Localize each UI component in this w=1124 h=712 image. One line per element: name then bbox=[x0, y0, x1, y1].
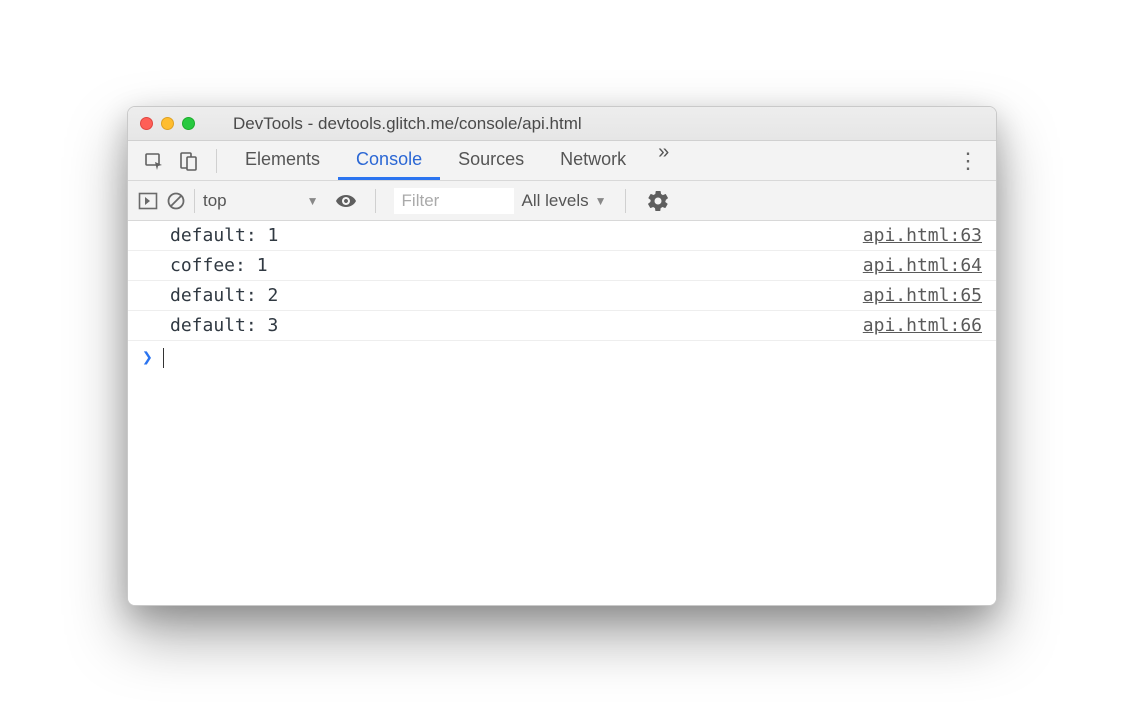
console-message: default: 1 bbox=[170, 225, 278, 246]
divider bbox=[375, 189, 376, 213]
dropdown-triangle-icon: ▼ bbox=[307, 194, 319, 208]
panel-tabs: Elements Console Sources Network » bbox=[227, 141, 683, 180]
close-window-button[interactable] bbox=[140, 117, 153, 130]
dropdown-triangle-icon: ▼ bbox=[595, 194, 607, 208]
divider bbox=[625, 189, 626, 213]
console-toolbar: top ▼ All levels ▼ bbox=[128, 181, 996, 221]
device-toolbar-icon[interactable] bbox=[178, 151, 198, 171]
console-prompt[interactable]: ❯ bbox=[128, 341, 996, 374]
window-controls bbox=[140, 117, 195, 130]
console-settings-icon[interactable] bbox=[648, 191, 668, 211]
main-tabstrip: Elements Console Sources Network » ⋮ bbox=[128, 141, 996, 181]
prompt-caret-icon: ❯ bbox=[142, 347, 153, 368]
context-label: top bbox=[203, 191, 227, 211]
console-row: default: 3 api.html:66 bbox=[128, 311, 996, 341]
log-levels-selector[interactable]: All levels ▼ bbox=[522, 191, 607, 211]
console-row: default: 1 api.html:63 bbox=[128, 221, 996, 251]
console-row: default: 2 api.html:65 bbox=[128, 281, 996, 311]
console-message: default: 3 bbox=[170, 315, 278, 336]
tab-sources[interactable]: Sources bbox=[440, 141, 542, 180]
tab-console[interactable]: Console bbox=[338, 141, 440, 180]
window-title: DevTools - devtools.glitch.me/console/ap… bbox=[233, 114, 582, 134]
inspect-element-icon[interactable] bbox=[144, 151, 164, 171]
console-output: default: 1 api.html:63 coffee: 1 api.htm… bbox=[128, 221, 996, 605]
divider bbox=[216, 149, 217, 173]
console-message: coffee: 1 bbox=[170, 255, 268, 276]
console-message: default: 2 bbox=[170, 285, 278, 306]
devtools-window: DevTools - devtools.glitch.me/console/ap… bbox=[127, 106, 997, 606]
source-link[interactable]: api.html:65 bbox=[863, 285, 982, 306]
toggle-sidebar-icon[interactable] bbox=[138, 192, 158, 210]
source-link[interactable]: api.html:66 bbox=[863, 315, 982, 336]
zoom-window-button[interactable] bbox=[182, 117, 195, 130]
context-selector[interactable]: top ▼ bbox=[194, 189, 327, 213]
console-row: coffee: 1 api.html:64 bbox=[128, 251, 996, 281]
more-tabs-button[interactable]: » bbox=[644, 141, 683, 180]
text-cursor bbox=[163, 348, 164, 368]
source-link[interactable]: api.html:63 bbox=[863, 225, 982, 246]
source-link[interactable]: api.html:64 bbox=[863, 255, 982, 276]
tab-elements[interactable]: Elements bbox=[227, 141, 338, 180]
minimize-window-button[interactable] bbox=[161, 117, 174, 130]
clear-console-icon[interactable] bbox=[166, 191, 186, 211]
titlebar: DevTools - devtools.glitch.me/console/ap… bbox=[128, 107, 996, 141]
filter-input[interactable] bbox=[394, 188, 514, 214]
kebab-menu-icon[interactable]: ⋮ bbox=[957, 148, 980, 174]
levels-label: All levels bbox=[522, 191, 589, 211]
tab-network[interactable]: Network bbox=[542, 141, 644, 180]
live-expression-icon[interactable] bbox=[335, 193, 357, 209]
